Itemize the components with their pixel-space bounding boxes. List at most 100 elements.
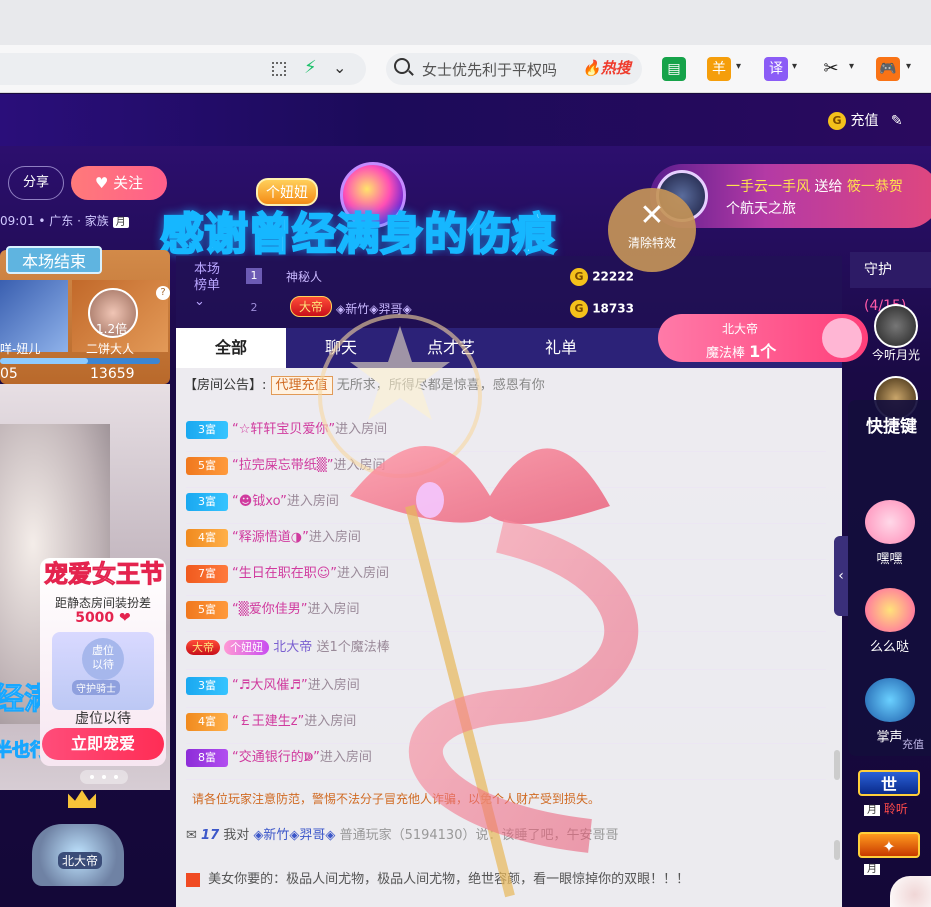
pamper-now-button[interactable]: 立即宠爱 xyxy=(42,728,164,760)
user-name[interactable]: “♬大风催♬” xyxy=(232,678,308,693)
user-level: 17 xyxy=(201,828,220,843)
room-meta-text: 09:01 • 广东 · 家族 xyxy=(0,214,109,228)
scrollbar-thumb[interactable] xyxy=(834,750,840,780)
user-avatar[interactable] xyxy=(890,876,931,907)
guard-avatar[interactable] xyxy=(874,304,918,348)
chevron-down-icon: ⌄ xyxy=(194,294,205,309)
enter-room-text: 进入房间 xyxy=(319,750,372,765)
user-name[interactable]: “交通银行的ↇ” xyxy=(232,750,320,765)
fraud-warning: 请各位玩家注意防范，警惕不法分子冒充他人诈骗，以免个人财产受到损失。 xyxy=(192,792,601,806)
rank-score: G 18733 xyxy=(570,300,634,318)
chevron-down-icon[interactable]: ⌄ xyxy=(333,58,346,77)
shortcut-panel: 快捷键 嘿嘿 么么哒 掌声 充值 xyxy=(848,400,931,756)
carousel-dot[interactable] xyxy=(90,775,94,779)
gift-sender[interactable]: 北大帝 xyxy=(273,640,312,655)
hot-search-label[interactable]: 🔥热搜 xyxy=(582,57,631,78)
shield-icon[interactable]: 羊 xyxy=(707,57,731,81)
user-name[interactable]: “▒爱你佳男” xyxy=(232,602,307,617)
chevron-down-icon[interactable]: ▾ xyxy=(906,61,911,72)
carousel-dot[interactable] xyxy=(114,775,118,779)
user-name[interactable]: “☻钺xo” xyxy=(232,494,287,509)
broadcast-icon xyxy=(186,872,200,887)
pm-me: 我对 xyxy=(223,828,250,843)
gift-sender: 一手云一手风 xyxy=(726,179,810,195)
shortcut-heihei[interactable]: 嘿嘿 xyxy=(848,500,931,567)
wand-gift-bubble: 北大帝 魔法棒 1个 xyxy=(658,314,868,362)
vip-tag-2: 月 xyxy=(864,860,880,875)
left-name: 咩-妞儿 xyxy=(0,342,41,356)
vip-badge-1: 世 xyxy=(858,770,920,796)
pk-progress-fill xyxy=(0,358,88,364)
family-tag: 月 xyxy=(112,217,129,228)
tab-all[interactable]: 全部 xyxy=(176,328,286,368)
user-name[interactable]: “☆轩轩宝贝爱你” xyxy=(232,422,335,437)
share-button[interactable]: 分享 xyxy=(8,166,64,200)
tab-gift-list[interactable]: 礼单 xyxy=(506,328,616,368)
queen-gap: 5000 ❤ xyxy=(75,610,131,626)
enter-room-text: 进入房间 xyxy=(337,566,390,581)
wealth-level-badge: 3富 xyxy=(186,420,228,439)
recharge-button[interactable]: G 充值 ✎ xyxy=(828,110,903,130)
address-bar[interactable]: ⚡ ⌄ xyxy=(0,53,366,85)
carousel-dot-active[interactable] xyxy=(102,775,106,779)
enter-room-text: 进入房间 xyxy=(307,678,360,693)
enter-room-text: 进入房间 xyxy=(286,494,339,509)
shortcut-applause[interactable]: 掌声 xyxy=(848,678,931,745)
rank-row[interactable]: 1 神秘人 G 22222 xyxy=(246,262,826,292)
tab-chat[interactable]: 聊天 xyxy=(286,328,396,368)
guard-header[interactable]: 守护(4/15) xyxy=(850,252,931,314)
shortcut-kiss[interactable]: 么么哒 xyxy=(848,588,931,655)
edit-icon[interactable]: ✎ xyxy=(891,113,903,129)
vip-badge-2: ✦ xyxy=(858,832,920,858)
clear-effects-label: 清除特效 xyxy=(627,236,676,250)
broadcast-announcement: 美女你要的：极品人间尤物，极品人间尤物，绝世容颜，看一眼惊掉你的双眼！！！ xyxy=(186,868,689,887)
shortcut-recharge[interactable]: 充值 xyxy=(902,736,924,752)
rank-score-value: 22222 xyxy=(592,269,634,284)
gift-text: 送1个魔法棒 xyxy=(316,640,390,655)
wealth-level-badge: 4富 xyxy=(186,712,228,731)
rank-name: ◈新竹◈羿哥◈ xyxy=(336,302,412,316)
pk-progress xyxy=(0,358,160,364)
carousel-dots[interactable] xyxy=(80,770,128,784)
user-name[interactable]: “￡王建生z” xyxy=(232,714,304,729)
girl-badge: 个妞妞 xyxy=(224,640,270,655)
shortcut-label: 么么哒 xyxy=(869,640,909,655)
agent-recharge-chip[interactable]: 代理充值 xyxy=(270,376,333,395)
tab-talent[interactable]: 点才艺 xyxy=(396,328,506,368)
enter-room-text: 进入房间 xyxy=(304,714,357,729)
scissors-icon[interactable]: ✂ xyxy=(819,57,843,81)
translate-icon[interactable]: 译 xyxy=(764,57,788,81)
scrollbar-thumb[interactable] xyxy=(834,840,840,860)
user-name[interactable]: “生日在职在职☺” xyxy=(232,566,337,581)
throne-name: 北大帝 xyxy=(58,852,103,869)
search-query[interactable]: 女士优先利于平权吗 xyxy=(422,59,557,80)
clear-effects-button[interactable]: ✕ 清除特效 xyxy=(608,188,696,272)
chevron-down-icon[interactable]: ▾ xyxy=(849,61,854,72)
qr-icon[interactable] xyxy=(272,62,286,76)
bolt-icon[interactable]: ⚡ xyxy=(304,57,317,78)
rank-title[interactable]: 本场 榜单 ⌄ xyxy=(194,262,220,310)
reader-icon[interactable]: ▤ xyxy=(662,57,686,81)
collapse-panel-button[interactable]: ‹ xyxy=(834,536,848,616)
user-name[interactable]: “释源悟道◑” xyxy=(232,530,309,545)
queen-festival-card[interactable]: 宠爱女王节 距静态房间装扮差 5000 ❤ 虚位 以待 守护骑士 虚位以待 立即… xyxy=(40,558,166,766)
help-icon[interactable]: ? xyxy=(156,286,170,300)
user-name[interactable]: “拉完屎忘带纸▒” xyxy=(232,458,333,473)
guard-name: 今听月光 xyxy=(872,348,921,362)
vacant-seat: 虚位 以待 xyxy=(82,638,124,680)
gamepad-icon[interactable]: 🎮 xyxy=(876,57,900,81)
search-icon xyxy=(394,58,410,74)
chevron-down-icon[interactable]: ▾ xyxy=(736,61,741,72)
guard-knight-tag: 守护骑士 xyxy=(72,680,120,695)
throne-seat[interactable]: 北大帝 xyxy=(32,790,124,896)
follow-button[interactable]: ♥ 关注 xyxy=(71,166,167,200)
chat-message: 5富 “拉完屎忘带纸▒”进入房间 xyxy=(186,454,826,488)
pm-target[interactable]: ◈新竹◈羿哥◈ xyxy=(253,828,335,843)
chevron-down-icon[interactable]: ▾ xyxy=(792,61,797,72)
chat-panel[interactable]: 【房间公告】: 代理充值 无所求，所得尽都是惊喜，感恩有你 3富 “☆轩轩宝贝爱你… xyxy=(176,368,842,907)
guard-slot[interactable]: 虚位 以待 守护骑士 xyxy=(52,632,154,710)
wand-gift-name: 魔法棒 xyxy=(706,346,746,361)
live-room: 分享 ♥ 关注 09:01 • 广东 · 家族 月 个妞妞 感谢曾经满身的伤痕 … xyxy=(0,146,931,907)
session-end-card[interactable]: 本场结束 ? 1.2倍 咩-妞儿 二饼大人 05 13659 xyxy=(0,246,170,384)
chat-message: 3富 “☆轩轩宝贝爱你”进入房间 xyxy=(186,418,826,452)
